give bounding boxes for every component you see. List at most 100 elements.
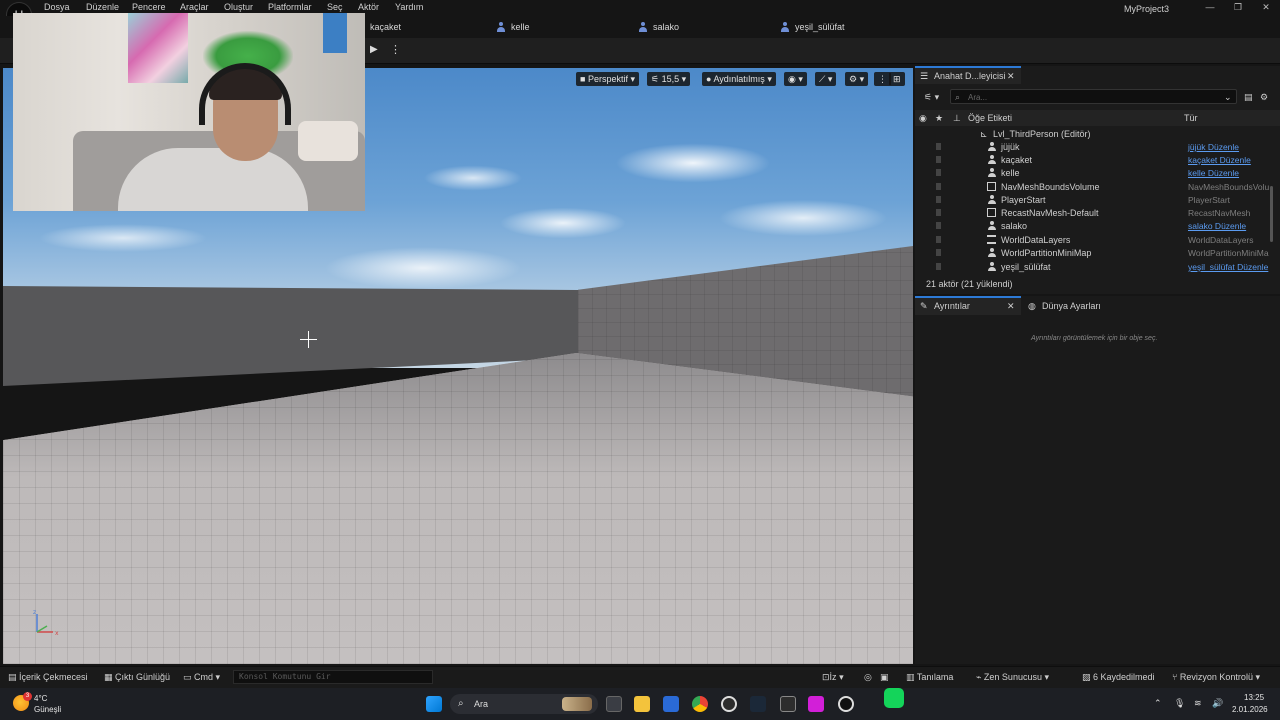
windows-start-icon[interactable] — [426, 696, 442, 712]
visibility-icon[interactable] — [936, 183, 941, 190]
record-icon[interactable]: ◎ — [864, 672, 872, 683]
pin-icon[interactable]: ⊥ — [953, 113, 961, 124]
column-type[interactable]: Tür — [1184, 113, 1198, 123]
play-icon[interactable]: ▶ — [370, 44, 382, 56]
visibility-icon[interactable] — [936, 249, 941, 256]
chevron-down-icon[interactable]: ⌄ — [1224, 92, 1232, 103]
outliner-row-edit-link[interactable]: jüjük Düzenle — [1188, 142, 1239, 152]
perspective-button[interactable]: ■ Perspektif ▾ — [576, 72, 639, 86]
outliner-search-input[interactable] — [950, 89, 1237, 104]
zen-server-button[interactable]: ⌁ Zen Sunucusu ▾ — [976, 672, 1049, 683]
outliner-row-name[interactable]: NavMeshBoundsVolume — [1001, 182, 1100, 192]
layout-grid-icon[interactable]: ⊞ — [889, 72, 905, 86]
store-icon[interactable] — [663, 696, 679, 712]
trace-button[interactable]: ⊡İz ▾ — [822, 672, 844, 683]
close-icon[interactable]: ✕ — [1007, 71, 1015, 82]
visibility-icon[interactable] — [936, 263, 941, 270]
maximize-icon[interactable]: ❐ — [1228, 2, 1248, 14]
menu-create[interactable]: Oluştur — [224, 2, 253, 12]
gear-icon[interactable]: ⚙ — [1260, 92, 1268, 103]
outliner-row-edit-link[interactable]: yeşil_sülüfat Düzenle — [1188, 262, 1268, 272]
unsaved-button[interactable]: ▧ 6 Kaydedilmedi — [1082, 672, 1155, 683]
visibility-icon[interactable] — [936, 156, 941, 163]
person-body — [118, 148, 308, 211]
eye-icon[interactable]: ◉ — [919, 113, 927, 124]
close-icon[interactable]: ✕ — [1256, 2, 1276, 14]
show-flags-button[interactable]: ◉ ▾ — [784, 72, 807, 86]
visibility-icon[interactable] — [936, 143, 941, 150]
outliner-row-name[interactable]: WorldPartitionMiniMap — [1001, 248, 1091, 258]
menu-window[interactable]: Pencere — [132, 2, 166, 12]
wifi-icon[interactable]: ≋ — [1194, 698, 1202, 709]
console-command-input[interactable]: Konsol Komutunu Gir — [233, 670, 433, 684]
lit-mode-button[interactable]: ● Aydınlatılmış ▾ — [702, 72, 776, 86]
level-tab-kacaket[interactable]: kaçaket — [370, 22, 401, 32]
menu-select[interactable]: Seç — [327, 2, 343, 12]
add-folder-icon[interactable]: ▤ — [1244, 92, 1253, 103]
microphone-icon[interactable]: 🎙 — [1174, 698, 1185, 709]
outliner-row-name[interactable]: PlayerStart — [1001, 195, 1046, 205]
terminal-icon: ▭ — [183, 672, 195, 682]
revision-control-button[interactable]: ⑂ Revizyon Kontrolü ▾ — [1172, 672, 1260, 683]
outliner-row-name[interactable]: RecastNavMesh-Default — [1001, 208, 1099, 218]
snap-button[interactable]: ⟋ ▾ — [815, 72, 837, 86]
outliner-row-edit-link[interactable]: salako Düzenle — [1188, 221, 1246, 231]
cmd-dropdown[interactable]: ▭ Cmd ▾ — [183, 672, 220, 683]
visibility-icon[interactable] — [936, 236, 941, 243]
level-tab-yesil-sulufat[interactable]: yeşil_sülüfat — [795, 22, 845, 32]
outliner-row-name[interactable]: jüjük — [1001, 142, 1020, 152]
outliner-row-edit-link[interactable]: kaçaket Düzenle — [1188, 155, 1251, 165]
menu-actor[interactable]: Aktör — [358, 2, 379, 12]
output-log-button[interactable]: ▦ Çıktı Günlüğü — [104, 672, 170, 683]
world-settings-tab[interactable]: Dünya Ayarları — [1042, 301, 1101, 311]
outliner-row-name[interactable]: yeşil_sülüfat — [1001, 262, 1051, 272]
chevron-up-icon[interactable]: ⌃ — [1154, 698, 1162, 709]
filter-icon[interactable]: ⚟ ▾ — [924, 92, 939, 103]
visibility-icon[interactable] — [936, 169, 941, 176]
outliner-row-name[interactable]: WorldDataLayers — [1001, 235, 1070, 245]
visibility-icon[interactable] — [936, 222, 941, 229]
camera-icon[interactable]: ▣ — [880, 672, 889, 683]
file-explorer-icon[interactable] — [634, 696, 650, 712]
globe-icon: ◍ — [1028, 301, 1036, 311]
menu-platforms[interactable]: Platformlar — [268, 2, 312, 12]
chrome-icon[interactable] — [692, 696, 708, 712]
epic-games-icon[interactable] — [780, 696, 796, 712]
viewport-settings-button[interactable]: ⚙ ▾ — [845, 72, 869, 86]
menu-help[interactable]: Yardım — [395, 2, 423, 12]
visibility-icon[interactable] — [936, 196, 941, 203]
steam-icon[interactable] — [750, 696, 766, 712]
outliner-scrollbar[interactable] — [1270, 186, 1273, 242]
column-item-label[interactable]: Öğe Etiketi — [968, 113, 1012, 123]
unreal-engine-icon[interactable] — [838, 696, 854, 712]
menu-edit[interactable]: Düzenle — [86, 2, 119, 12]
level-tab-kelle[interactable]: kelle — [511, 22, 530, 32]
recording-app-icon[interactable] — [884, 688, 904, 708]
cmd-label: Cmd — [194, 672, 214, 682]
star-icon[interactable]: ★ — [935, 113, 943, 124]
close-icon[interactable]: ✕ — [1007, 301, 1015, 312]
level-tab-salako[interactable]: salako — [653, 22, 679, 32]
minimize-icon[interactable]: — — [1200, 2, 1220, 14]
diagnose-button[interactable]: ▥ Tanılama — [906, 672, 953, 683]
outliner-row-name[interactable]: kaçaket — [1001, 155, 1032, 165]
volume-icon[interactable]: 🔊 — [1212, 698, 1223, 709]
floor — [3, 353, 913, 664]
fov-button[interactable]: ⚟ 15,5 ▾ — [647, 72, 691, 86]
camera-icon: ■ — [580, 74, 588, 84]
menu-file[interactable]: Dosya — [44, 2, 70, 12]
clock-time[interactable]: 13:25 — [1244, 693, 1264, 702]
outliner-level-row[interactable]: Lvl_ThirdPerson (Editör) — [993, 129, 1091, 139]
zen-label: Zen Sunucusu — [983, 672, 1042, 682]
content-drawer-button[interactable]: ▤ İçerik Çekmecesi — [8, 672, 88, 683]
more-options-icon[interactable]: ⋮ — [390, 43, 401, 56]
task-view-icon[interactable] — [606, 696, 622, 712]
outliner-row-edit-link[interactable]: kelle Düzenle — [1188, 168, 1239, 178]
visibility-icon[interactable] — [936, 209, 941, 216]
app-icon[interactable] — [808, 696, 824, 712]
outliner-row-name[interactable]: salako — [1001, 221, 1027, 231]
clock-date[interactable]: 2.01.2026 — [1232, 705, 1268, 714]
menu-tools[interactable]: Araçlar — [180, 2, 209, 12]
github-icon[interactable] — [721, 696, 737, 712]
outliner-row-name[interactable]: kelle — [1001, 168, 1020, 178]
